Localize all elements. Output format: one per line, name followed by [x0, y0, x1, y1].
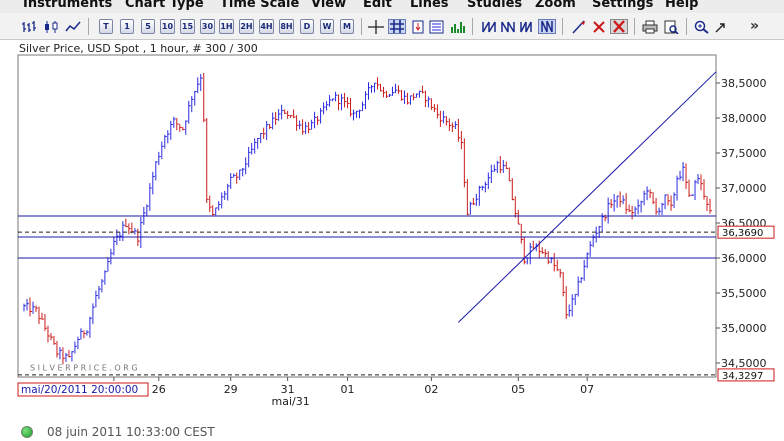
- menu-instruments[interactable]: Instruments: [23, 0, 112, 11]
- chart-application: Instruments Chart Type Time Scale View E…: [0, 0, 784, 441]
- period-weekly-button[interactable]: W: [320, 19, 334, 34]
- x-axis-label: 01: [341, 383, 355, 396]
- y-axis-label: 34,5000: [721, 357, 767, 370]
- toolbar-separator: [361, 18, 362, 35]
- menu-view[interactable]: View: [311, 0, 346, 11]
- period-daily-button[interactable]: D: [300, 19, 314, 34]
- x-axis-label: 05: [511, 383, 525, 396]
- status-bar: 08 juin 2011 10:33:00 CEST: [0, 421, 784, 441]
- x-axis-sublabel: mai/31: [272, 395, 310, 408]
- volume-icon[interactable]: [449, 19, 467, 34]
- period-5min-button[interactable]: 5: [141, 19, 155, 34]
- print-preview-icon[interactable]: [662, 19, 680, 34]
- bar-chart-icon[interactable]: [20, 19, 38, 34]
- menu-time-scale[interactable]: Time Scale: [220, 0, 299, 11]
- menu-bar: Instruments Chart Type Time Scale View E…: [0, 0, 784, 13]
- shift-left-icon[interactable]: [480, 19, 498, 34]
- period-1min-button[interactable]: 1: [120, 19, 134, 34]
- period-tick-button[interactable]: T: [99, 19, 113, 34]
- x-axis-label: 02: [424, 383, 438, 396]
- toolbar-separator: [472, 18, 473, 35]
- delete-all-lines-icon[interactable]: [610, 19, 628, 34]
- menu-chart-type[interactable]: Chart Type: [125, 0, 204, 11]
- toolbar: T 1 5 10 15 30 1H 2H 4H 8H D W M »: [0, 13, 784, 40]
- menu-lines[interactable]: Lines: [410, 0, 449, 11]
- period-10min-button[interactable]: 10: [160, 19, 175, 34]
- chart-header: Silver Price, USD Spot , 1 hour, # 300 /…: [19, 42, 258, 55]
- pointer-icon[interactable]: [712, 19, 730, 34]
- cursor-time-label: mai/20/2011 20:00:00: [21, 384, 138, 396]
- watermark-text: S I L V E R P R I C E . O R G: [30, 364, 138, 373]
- period-1h-button[interactable]: 1H: [219, 19, 234, 34]
- status-timestamp: 08 juin 2011 10:33:00 CEST: [47, 425, 215, 439]
- scroll-end-icon[interactable]: [518, 19, 536, 34]
- y-axis-label: 37,5000: [721, 147, 767, 160]
- toolbar-separator: [562, 18, 563, 35]
- period-8h-button[interactable]: 8H: [279, 19, 294, 34]
- toolbar-overflow-button[interactable]: »: [750, 18, 759, 34]
- price-chart[interactable]: Silver Price, USD Spot , 1 hour, # 300 /…: [0, 40, 784, 421]
- period-monthly-button[interactable]: M: [340, 19, 354, 34]
- toolbar-separator: [686, 18, 687, 35]
- shift-right-icon[interactable]: [499, 19, 517, 34]
- connection-status-icon: [21, 426, 33, 438]
- toolbar-separator: [634, 18, 635, 35]
- y-axis-label: 38,5000: [721, 77, 767, 90]
- print-icon[interactable]: [641, 19, 659, 34]
- last-price-marker: 36,3690: [722, 228, 763, 239]
- draw-line-icon[interactable]: [570, 19, 588, 34]
- y-axis-label: 35,5000: [721, 287, 767, 300]
- menu-studies[interactable]: Studies: [467, 0, 522, 11]
- menu-help[interactable]: Help: [665, 0, 698, 11]
- period-2h-button[interactable]: 2H: [239, 19, 254, 34]
- info-cursor-icon[interactable]: [409, 19, 427, 34]
- grid-icon[interactable]: [388, 19, 406, 34]
- data-window-icon[interactable]: [428, 19, 446, 34]
- period-15min-button[interactable]: 15: [180, 19, 195, 34]
- menu-settings[interactable]: Settings: [592, 0, 653, 11]
- menu-edit[interactable]: Edit: [363, 0, 392, 11]
- low-price-marker: 34,3297: [722, 371, 763, 382]
- y-axis-label: 36,0000: [721, 252, 767, 265]
- toolbar-separator: [88, 18, 89, 35]
- menu-zoom[interactable]: Zoom: [535, 0, 576, 11]
- period-4h-button[interactable]: 4H: [259, 19, 274, 34]
- candlestick-icon[interactable]: [42, 19, 60, 34]
- delete-line-icon[interactable]: [590, 19, 608, 34]
- crosshair-icon[interactable]: [367, 19, 385, 34]
- zoom-in-icon[interactable]: [693, 19, 711, 34]
- x-axis-label: 29: [224, 383, 238, 396]
- auto-scroll-icon[interactable]: [538, 19, 556, 34]
- x-axis-label: 07: [580, 383, 594, 396]
- period-30min-button[interactable]: 30: [200, 19, 215, 34]
- y-axis-label: 37,0000: [721, 182, 767, 195]
- y-axis-label: 38,0000: [721, 112, 767, 125]
- y-axis-label: 35,0000: [721, 322, 767, 335]
- x-axis-label: 26: [152, 383, 166, 396]
- line-chart-icon[interactable]: [64, 19, 82, 34]
